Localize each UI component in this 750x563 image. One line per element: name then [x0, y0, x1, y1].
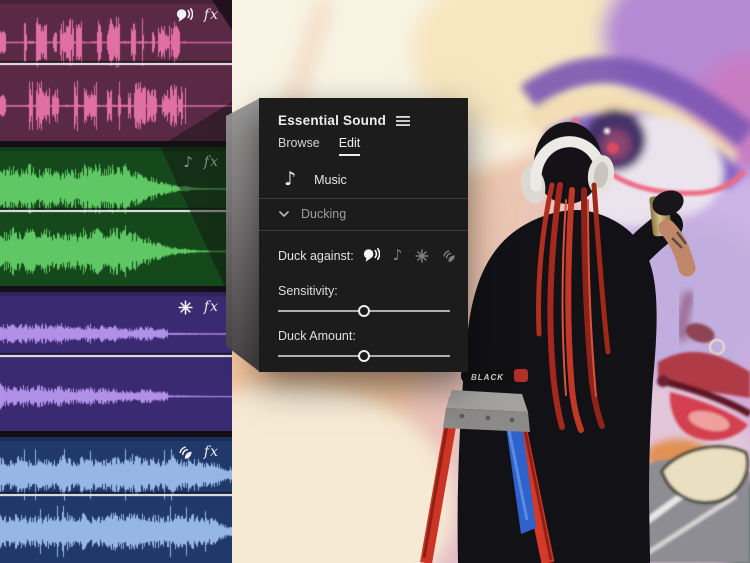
track-header-sfx: fx	[178, 299, 219, 315]
timeline-tracks: fx ♪ fx fx fx	[0, 0, 232, 563]
ambience-icon[interactable]	[442, 249, 456, 263]
audio-track-dialogue[interactable]: fx	[0, 0, 232, 141]
duck-amount-label: Duck Amount:	[278, 329, 356, 343]
black-spray-can-box: BLACK	[461, 367, 528, 384]
tab-edit[interactable]: Edit	[338, 136, 361, 156]
screenshot-root: BLACK fx ♪ fx fx fx Essential Sound Brow…	[0, 0, 750, 563]
fx-badge[interactable]: fx	[204, 444, 219, 460]
duck-against-label: Duck against:	[278, 248, 354, 263]
track-header-dialogue: fx	[176, 7, 219, 23]
duck-amount-slider[interactable]	[278, 349, 450, 363]
panel-title: Essential Sound	[278, 113, 387, 128]
track-header-ambience: fx	[178, 444, 219, 460]
slider-thumb[interactable]	[358, 350, 370, 362]
section-label: Ducking	[301, 207, 347, 221]
audio-track-ambience[interactable]: fx	[0, 437, 232, 563]
hamburger-menu-icon[interactable]	[396, 115, 411, 127]
chevron-down-icon	[279, 210, 289, 218]
duck-target-icons: ♪	[363, 248, 457, 263]
duck-against-row: Duck against: ♪	[259, 248, 468, 263]
slider-thumb[interactable]	[358, 305, 370, 317]
can-label: BLACK	[471, 373, 504, 382]
callout-wedge	[226, 98, 260, 372]
audio-track-sfx[interactable]: fx	[0, 292, 232, 431]
sensitivity-label: Sensitivity:	[278, 284, 338, 298]
music-note-icon: ♪	[284, 168, 297, 190]
divider	[259, 230, 468, 231]
preset-row[interactable]: ♪ Music	[259, 170, 468, 189]
tab-browse[interactable]: Browse	[278, 136, 320, 156]
star-icon	[178, 299, 193, 315]
dialogue-icon	[176, 7, 193, 23]
essential-sound-panel: Essential Sound Browse Edit ♪ Music Duck…	[259, 98, 468, 372]
divider	[259, 198, 468, 199]
sensitivity-slider[interactable]	[278, 304, 450, 318]
ducking-section-header[interactable]: Ducking	[259, 207, 468, 221]
music-note-icon[interactable]: ♪	[393, 248, 403, 263]
ambience-icon	[178, 445, 193, 460]
fx-badge[interactable]: fx	[204, 299, 219, 315]
dialogue-icon[interactable]	[363, 248, 380, 263]
star-icon[interactable]	[415, 248, 430, 263]
panel-tabs: Browse Edit	[259, 136, 468, 156]
fx-badge[interactable]: fx	[204, 7, 219, 23]
preset-label: Music	[314, 172, 347, 187]
